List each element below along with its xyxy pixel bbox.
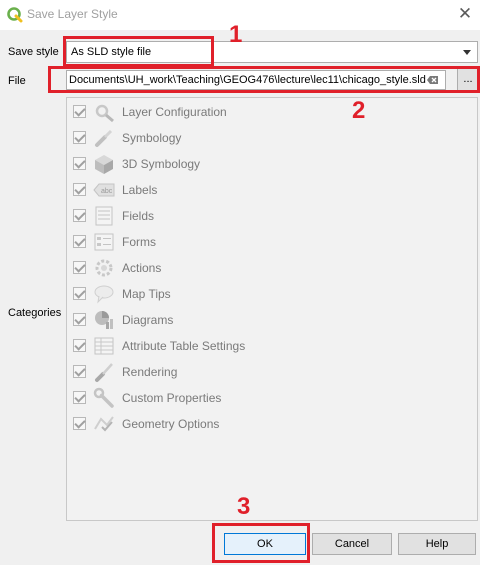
category-checkbox[interactable]	[73, 261, 86, 274]
category-label: Attribute Table Settings	[122, 339, 246, 353]
category-checkbox[interactable]	[73, 365, 86, 378]
file-label: File	[8, 75, 26, 87]
annotation-box-save-style	[63, 36, 214, 67]
category-checkbox[interactable]	[73, 209, 86, 222]
category-item-rendering[interactable]: Rendering	[71, 360, 471, 384]
category-item-diagrams[interactable]: Diagrams	[71, 308, 471, 332]
help-button[interactable]: Help	[398, 533, 476, 555]
annotation-number-2: 2	[352, 97, 366, 124]
save-style-label: Save style	[8, 46, 59, 58]
category-label: Map Tips	[122, 287, 171, 301]
abc-label-icon: abc	[93, 183, 115, 197]
form-icon	[94, 233, 114, 251]
window-title: Save Layer Style	[27, 7, 118, 21]
annotation-box-ok	[212, 523, 310, 563]
annotation-box-file	[48, 66, 480, 93]
close-icon[interactable]: ✕	[456, 5, 474, 23]
cancel-button[interactable]: Cancel	[312, 533, 392, 555]
category-label: Geometry Options	[122, 417, 220, 431]
annotation-number-1: 1	[229, 21, 243, 48]
category-label: Custom Properties	[122, 391, 222, 405]
category-item-3d-symbology[interactable]: 3D Symbology	[71, 152, 471, 176]
category-item-symbology[interactable]: Symbology	[71, 126, 471, 150]
category-label: Rendering	[122, 365, 178, 379]
cube-icon	[95, 155, 113, 174]
category-item-attribute-table-settings[interactable]: Attribute Table Settings	[71, 334, 471, 358]
svg-text:abc: abc	[101, 188, 113, 195]
wrench-icon	[93, 387, 114, 408]
chevron-down-icon	[463, 50, 471, 55]
category-label: Diagrams	[122, 313, 174, 327]
qgis-logo-icon	[7, 7, 23, 23]
fields-table-icon	[95, 206, 113, 226]
geometry-check-icon	[94, 416, 114, 432]
category-checkbox[interactable]	[73, 391, 86, 404]
actions-gear-icon	[95, 259, 113, 277]
category-checkbox[interactable]	[73, 417, 86, 430]
category-label: Forms	[122, 235, 156, 249]
category-item-labels[interactable]: abc Labels	[71, 178, 471, 202]
attribute-table-icon	[94, 337, 114, 355]
rendering-brush-icon	[95, 363, 113, 382]
category-label: Labels	[122, 183, 158, 197]
gear-wrench-icon	[95, 104, 114, 123]
annotation-number-3: 3	[237, 493, 251, 520]
category-item-custom-properties[interactable]: Custom Properties	[71, 386, 471, 410]
category-item-map-tips[interactable]: Map Tips	[71, 282, 471, 306]
category-checkbox[interactable]	[73, 235, 86, 248]
category-item-geometry-options[interactable]: Geometry Options	[71, 412, 471, 436]
category-item-fields[interactable]: Fields	[71, 204, 471, 228]
category-checkbox[interactable]	[73, 287, 86, 300]
category-label: Layer Configuration	[122, 105, 227, 119]
category-label: 3D Symbology	[122, 157, 201, 171]
pie-diagram-icon	[95, 311, 113, 329]
paintbrush-icon	[95, 129, 113, 147]
category-item-layer-configuration[interactable]: Layer Configuration	[71, 100, 471, 124]
category-checkbox[interactable]	[73, 313, 86, 326]
category-checkbox[interactable]	[73, 105, 86, 118]
categories-label: Categories	[8, 307, 62, 319]
category-label: Symbology	[122, 131, 182, 145]
categories-list: Layer Configuration Symbology 3D Symbolo…	[66, 97, 478, 521]
category-checkbox[interactable]	[73, 183, 86, 196]
category-label: Fields	[122, 209, 155, 223]
category-label: Actions	[122, 261, 162, 275]
category-checkbox[interactable]	[73, 157, 86, 170]
category-item-actions[interactable]: Actions	[71, 256, 471, 280]
category-item-forms[interactable]: Forms	[71, 230, 471, 254]
category-checkbox[interactable]	[73, 131, 86, 144]
speech-bubble-icon	[94, 285, 114, 304]
category-checkbox[interactable]	[73, 339, 86, 352]
